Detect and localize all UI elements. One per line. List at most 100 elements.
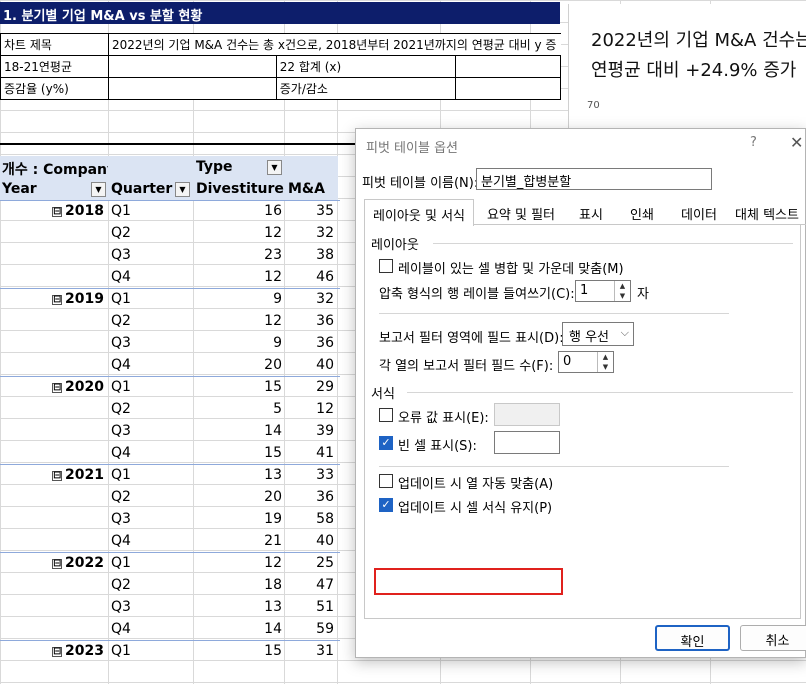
pivot-divestiture-cell[interactable]: 23 — [196, 247, 282, 263]
spin-arrows-icon[interactable]: ▲ ▼ — [614, 281, 630, 301]
pivot-quarter-cell[interactable]: Q4 — [111, 621, 131, 637]
pivot-ma-cell[interactable]: 32 — [286, 225, 334, 241]
indent-stepper[interactable]: 1 ▲ ▼ — [575, 280, 631, 302]
pivot-quarter-cell[interactable]: Q1 — [111, 291, 131, 307]
pivot-divestiture-cell[interactable]: 12 — [196, 225, 282, 241]
empty-value-input[interactable] — [494, 431, 560, 454]
preserve-format-checkbox[interactable]: ✓ — [379, 498, 393, 512]
quarter-filter-dropdown-icon[interactable]: ▼ — [175, 182, 190, 197]
pivot-quarter-cell[interactable]: Q2 — [111, 313, 131, 329]
pivot-ma-cell[interactable]: 31 — [286, 643, 334, 659]
tab-data[interactable]: 데이터 — [670, 199, 728, 224]
sheet-title[interactable]: 1. 분기별 기업 M&A vs 분할 현황 — [0, 2, 560, 24]
pivot-divestiture-cell[interactable]: 16 — [196, 203, 282, 219]
pivot-divestiture-cell[interactable]: 9 — [196, 291, 282, 307]
pivot-quarter-cell[interactable]: Q1 — [111, 203, 131, 219]
pivot-quarter-cell[interactable]: Q3 — [111, 335, 131, 351]
pivot-ma-cell[interactable]: 47 — [286, 577, 334, 593]
chart-panel[interactable]: 2022년의 기업 M&A 건수는 연평균 대비 +24.9% 증가 70 — [568, 4, 806, 134]
year-filter-dropdown-icon[interactable]: ▼ — [91, 182, 106, 197]
tab-alt-text[interactable]: 대체 텍스트 — [730, 199, 804, 224]
pivot-ma-cell[interactable]: 39 — [286, 423, 334, 439]
collapse-icon[interactable]: ⊟ — [52, 647, 62, 657]
tab-display[interactable]: 표시 — [568, 199, 614, 224]
pivot-quarter-cell[interactable]: Q1 — [111, 643, 131, 659]
filter-area-select[interactable]: 행 우선 ⌵ — [562, 322, 634, 346]
pivot-divestiture-cell[interactable]: 18 — [196, 577, 282, 593]
pivot-ma-cell[interactable]: 29 — [286, 379, 334, 395]
pivot-name-input[interactable]: 분기별_합병분할 — [476, 168, 712, 190]
pivot-ma-cell[interactable]: 51 — [286, 599, 334, 615]
pivot-ma-cell[interactable]: 36 — [286, 489, 334, 505]
pivot-divestiture-header[interactable]: Divestiture — [196, 181, 284, 197]
pivot-year-cell[interactable]: ⊟ 2019 — [52, 291, 104, 307]
pivot-quarter-cell[interactable]: Q2 — [111, 225, 131, 241]
info-cell[interactable]: 22 합계 (x) — [275, 55, 457, 78]
pivot-value-label[interactable]: 개수 : Company — [2, 159, 108, 179]
pivot-quarter-cell[interactable]: Q4 — [111, 357, 131, 373]
tab-layout-format[interactable]: 레이아웃 및 서식 — [364, 199, 474, 226]
show-empty-checkbox[interactable]: ✓ — [379, 436, 393, 450]
pivot-quarter-cell[interactable]: Q3 — [111, 423, 131, 439]
pivot-ma-cell[interactable]: 58 — [286, 511, 334, 527]
pivot-quarter-cell[interactable]: Q4 — [111, 445, 131, 461]
info-cell[interactable] — [455, 55, 561, 78]
pivot-ma-cell[interactable]: 25 — [286, 555, 334, 571]
pivot-ma-cell[interactable]: 33 — [286, 467, 334, 483]
pivot-divestiture-cell[interactable]: 20 — [196, 357, 282, 373]
pivot-divestiture-cell[interactable]: 13 — [196, 467, 282, 483]
pivot-divestiture-cell[interactable]: 5 — [196, 401, 282, 417]
collapse-icon[interactable]: ⊟ — [52, 383, 62, 393]
pivot-quarter-cell[interactable]: Q3 — [111, 511, 131, 527]
show-error-checkbox[interactable] — [379, 408, 393, 422]
cancel-button[interactable]: 취소 — [740, 625, 806, 651]
pivot-year-cell[interactable]: ⊟ 2021 — [52, 467, 104, 483]
info-cell[interactable]: 2022년의 기업 M&A 건수는 총 x건으로, 2018년부터 2021년까… — [108, 33, 561, 56]
merge-center-label[interactable]: 레이블이 있는 셀 병합 및 가운데 맞춤(M) — [398, 258, 624, 277]
pivot-quarter-cell[interactable]: Q2 — [111, 401, 131, 417]
pivot-ma-cell[interactable]: 40 — [286, 357, 334, 373]
info-cell[interactable]: 증가/감소 — [275, 77, 457, 100]
pivot-divestiture-cell[interactable]: 15 — [196, 379, 282, 395]
pivot-year-cell[interactable]: ⊟ 2023 — [52, 643, 104, 659]
pivot-type-label[interactable]: Type — [196, 159, 233, 175]
tab-print[interactable]: 인쇄 — [619, 199, 665, 224]
info-cell[interactable]: 증감율 (y%) — [0, 77, 109, 100]
pivot-divestiture-cell[interactable]: 19 — [196, 511, 282, 527]
pivot-ma-cell[interactable]: 35 — [286, 203, 334, 219]
pivot-quarter-cell[interactable]: Q1 — [111, 467, 131, 483]
pivot-quarter-cell[interactable]: Q4 — [111, 269, 131, 285]
pivot-divestiture-cell[interactable]: 9 — [196, 335, 282, 351]
pivot-divestiture-cell[interactable]: 20 — [196, 489, 282, 505]
pivot-quarter-cell[interactable]: Q4 — [111, 533, 131, 549]
info-cell[interactable]: 차트 제목 — [0, 33, 109, 56]
pivot-year-cell[interactable]: ⊟ 2020 — [52, 379, 104, 395]
help-icon[interactable]: ? — [750, 135, 757, 150]
pivot-divestiture-cell[interactable]: 15 — [196, 445, 282, 461]
show-error-label[interactable]: 오류 값 표시(E): — [398, 407, 489, 426]
pivot-quarter-header[interactable]: Quarter — [111, 181, 172, 197]
tab-summary-filter[interactable]: 요약 및 필터 — [477, 199, 565, 224]
spin-arrows-icon[interactable]: ▲ ▼ — [597, 352, 613, 372]
info-cell[interactable] — [108, 77, 277, 100]
pivot-quarter-cell[interactable]: Q1 — [111, 379, 131, 395]
collapse-icon[interactable]: ⊟ — [52, 559, 62, 569]
pivot-year-cell[interactable]: ⊟ 2022 — [52, 555, 104, 571]
preserve-format-label[interactable]: 업데이트 시 셀 서식 유지(P) — [398, 497, 552, 516]
info-cell[interactable]: 18-21연평균 — [0, 55, 109, 78]
pivot-quarter-cell[interactable]: Q1 — [111, 555, 131, 571]
pivot-ma-cell[interactable]: 36 — [286, 335, 334, 351]
collapse-icon[interactable]: ⊟ — [52, 471, 62, 481]
pivot-ma-cell[interactable]: 59 — [286, 621, 334, 637]
pivot-quarter-cell[interactable]: Q3 — [111, 247, 131, 263]
show-empty-label[interactable]: 빈 셀 표시(S): — [398, 435, 477, 454]
pivot-divestiture-cell[interactable]: 13 — [196, 599, 282, 615]
pivot-quarter-cell[interactable]: Q2 — [111, 577, 131, 593]
pivot-divestiture-cell[interactable]: 15 — [196, 643, 282, 659]
pivot-year-header[interactable]: Year — [2, 181, 37, 197]
pivot-divestiture-cell[interactable]: 12 — [196, 269, 282, 285]
pivot-ma-cell[interactable]: 36 — [286, 313, 334, 329]
pivot-divestiture-cell[interactable]: 14 — [196, 423, 282, 439]
type-filter-dropdown-icon[interactable]: ▼ — [267, 160, 282, 175]
collapse-icon[interactable]: ⊟ — [52, 207, 62, 217]
